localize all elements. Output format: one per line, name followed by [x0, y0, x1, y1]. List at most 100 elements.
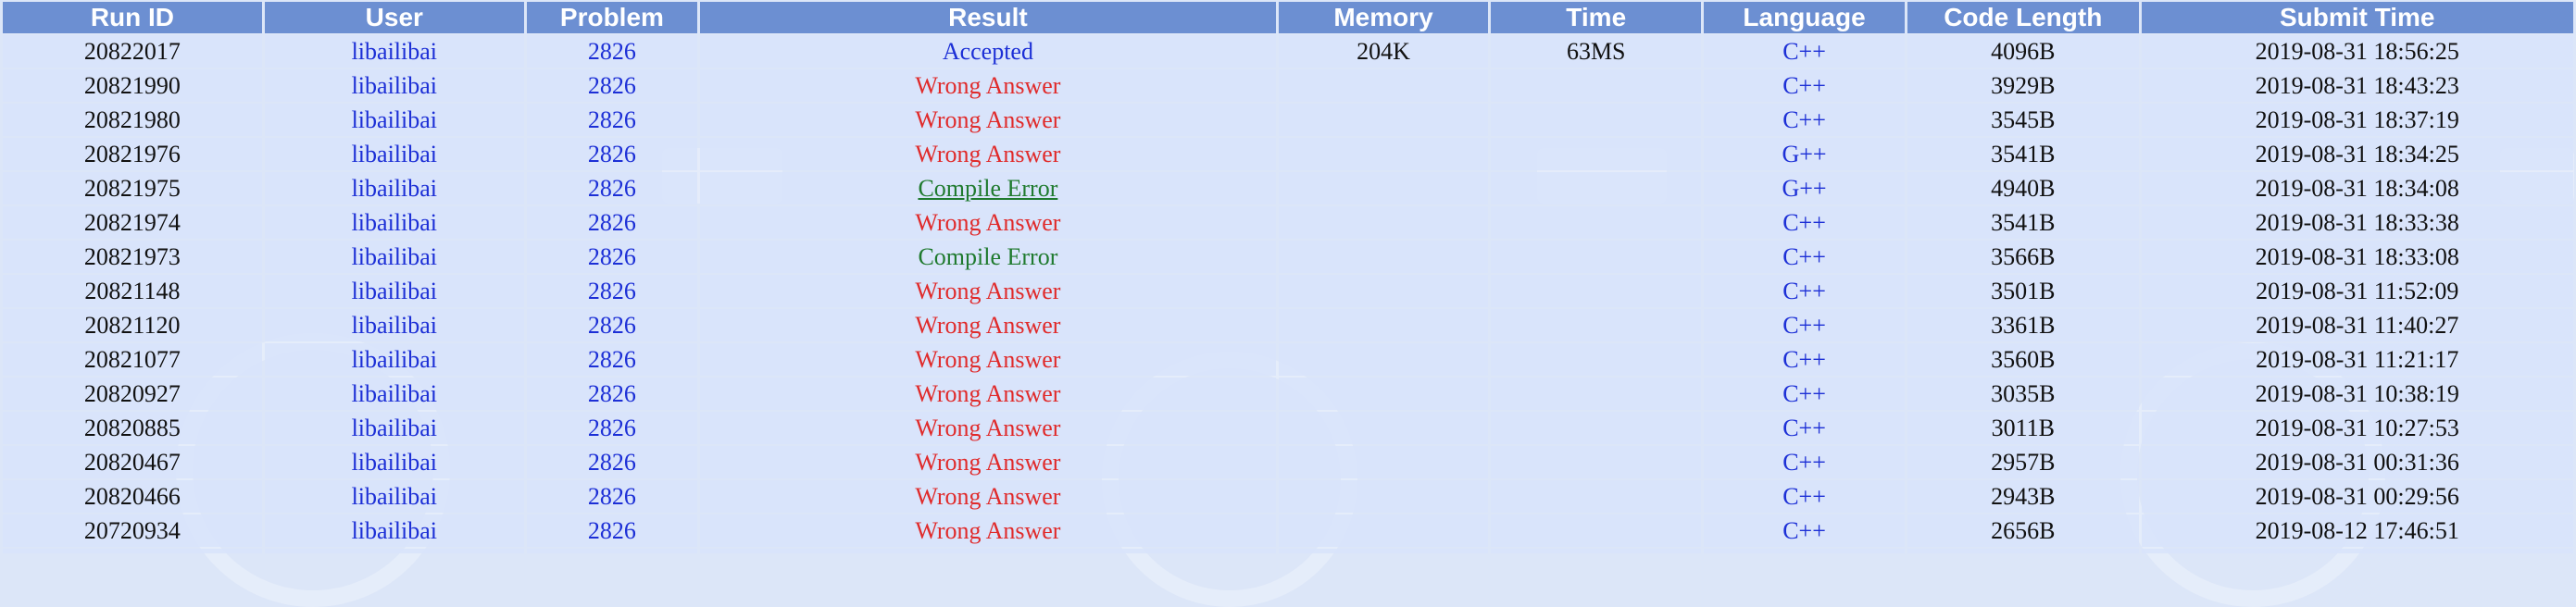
problem-link[interactable]: 2826 — [588, 175, 636, 202]
submit-time-cell: 2019-08-31 10:38:19 — [2255, 380, 2459, 407]
submit-time-cell: 2019-08-31 18:33:08 — [2255, 243, 2459, 270]
user-link[interactable]: libailibai — [352, 415, 437, 441]
column-header: Problem — [526, 2, 698, 33]
table-row: 20821975 libailibai 2826 Compile Error G++ 49… — [3, 172, 2573, 204]
problem-link[interactable]: 2826 — [588, 346, 636, 373]
memory-cell: 204K — [1357, 38, 1410, 65]
language-link[interactable]: G++ — [1782, 175, 1826, 202]
table-row: 20821976 libailibai 2826 Wrong Answer G++ 354… — [3, 138, 2573, 170]
language-link[interactable]: C++ — [1782, 346, 1826, 373]
user-link[interactable]: libailibai — [352, 106, 437, 133]
column-header: Run ID — [3, 2, 262, 33]
language-link[interactable]: C++ — [1782, 209, 1826, 236]
submit-time-cell: 2019-08-31 18:33:38 — [2255, 209, 2459, 236]
problem-link[interactable]: 2826 — [588, 449, 636, 476]
submit-time-cell: 2019-08-31 18:37:19 — [2255, 106, 2459, 133]
user-link[interactable]: libailibai — [352, 483, 437, 510]
code-length-cell: 3541B — [1991, 209, 2056, 236]
result-cell: Compile Error — [918, 243, 1058, 270]
run-id-cell: 20822017 — [83, 38, 181, 65]
language-link[interactable]: G++ — [1782, 141, 1826, 167]
run-id-cell: 20821975 — [83, 175, 181, 202]
user-link[interactable]: libailibai — [352, 278, 437, 304]
problem-link[interactable]: 2826 — [588, 243, 636, 270]
problem-link[interactable]: 2826 — [588, 278, 636, 304]
code-length-cell: 2957B — [1991, 449, 2056, 476]
table-row: 20821973 libailibai 2826 Compile Error C++ 35… — [3, 241, 2573, 273]
table-row: 20821148 libailibai 2826 Wrong Answer C++ 350… — [3, 275, 2573, 307]
code-length-cell: 3545B — [1991, 106, 2056, 133]
user-link[interactable]: libailibai — [352, 346, 437, 373]
language-link[interactable]: C++ — [1782, 380, 1826, 407]
submit-time-cell: 2019-08-31 18:34:25 — [2255, 141, 2459, 167]
problem-link[interactable]: 2826 — [588, 209, 636, 236]
code-length-cell: 3035B — [1991, 380, 2056, 407]
code-length-cell: 3501B — [1991, 278, 2056, 304]
code-length-cell: 3361B — [1991, 312, 2056, 339]
table-row: 20820467 libailibai 2826 Wrong Answer C++ 295… — [3, 446, 2573, 478]
problem-link[interactable]: 2826 — [588, 141, 636, 167]
language-link[interactable]: C++ — [1782, 415, 1826, 441]
language-link[interactable]: C++ — [1782, 72, 1826, 99]
column-header: Memory — [1278, 2, 1489, 33]
language-link[interactable]: C++ — [1782, 278, 1826, 304]
user-link[interactable]: libailibai — [352, 141, 437, 167]
language-link[interactable]: C++ — [1782, 312, 1826, 339]
table-row: 20821077 libailibai 2826 Wrong Answer C++ 356… — [3, 343, 2573, 376]
column-header: Code Length — [1907, 2, 2139, 33]
language-link[interactable]: C++ — [1782, 449, 1826, 476]
user-link[interactable]: libailibai — [352, 517, 437, 544]
problem-link[interactable]: 2826 — [588, 483, 636, 510]
result-cell: Wrong Answer — [915, 141, 1061, 167]
user-link[interactable]: libailibai — [352, 209, 437, 236]
submit-time-cell: 2019-08-31 18:56:25 — [2255, 38, 2459, 65]
result-cell: Wrong Answer — [915, 449, 1061, 476]
result-cell: Accepted — [942, 38, 1033, 65]
user-link[interactable]: libailibai — [352, 175, 437, 202]
submit-time-cell: 2019-08-31 18:43:23 — [2255, 72, 2459, 99]
language-link[interactable]: C++ — [1782, 483, 1826, 510]
problem-link[interactable]: 2826 — [588, 106, 636, 133]
code-length-cell: 2656B — [1991, 517, 2056, 544]
run-id-cell: 20821976 — [83, 141, 181, 167]
language-link[interactable]: C++ — [1782, 38, 1826, 65]
submit-time-cell: 2019-08-12 17:46:51 — [2255, 517, 2459, 544]
result-cell: Wrong Answer — [915, 517, 1061, 544]
run-id-cell: 20821148 — [84, 278, 181, 304]
submit-time-cell: 2019-08-31 10:27:53 — [2255, 415, 2459, 441]
language-link[interactable]: C++ — [1782, 106, 1826, 133]
table-row: 20821980 libailibai 2826 Wrong Answer C++ 354… — [3, 104, 2573, 136]
problem-link[interactable]: 2826 — [588, 415, 636, 441]
code-length-cell: 2943B — [1991, 483, 2056, 510]
code-length-cell: 3929B — [1991, 72, 2056, 99]
table-row: 20820466 libailibai 2826 Wrong Answer C++ 294… — [3, 480, 2573, 513]
table-row: 20822017 libailibai 2826 Accepted 204K 63MS C+… — [3, 35, 2573, 68]
table-header-row: Run ID User Problem Result Memory Time L… — [3, 2, 2573, 33]
table-row: 20820927 libailibai 2826 Wrong Answer C++ 303… — [3, 378, 2573, 410]
user-link[interactable]: libailibai — [352, 38, 437, 65]
run-id-cell: 20821973 — [83, 243, 181, 270]
user-link[interactable]: libailibai — [352, 449, 437, 476]
run-id-cell: 20821077 — [83, 346, 181, 373]
problem-link[interactable]: 2826 — [588, 380, 636, 407]
code-length-cell: 3011B — [1991, 415, 2055, 441]
run-id-cell: 20821980 — [83, 106, 181, 133]
problem-link[interactable]: 2826 — [588, 72, 636, 99]
user-link[interactable]: libailibai — [352, 312, 437, 339]
table-row: 20821990 libailibai 2826 Wrong Answer C++ 392… — [3, 69, 2573, 102]
language-link[interactable]: C++ — [1782, 517, 1826, 544]
problem-link[interactable]: 2826 — [588, 38, 636, 65]
code-length-cell: 3560B — [1991, 346, 2056, 373]
result-cell: Wrong Answer — [915, 415, 1061, 441]
problem-link[interactable]: 2826 — [588, 312, 636, 339]
user-link[interactable]: libailibai — [352, 243, 437, 270]
time-cell: 63MS — [1566, 38, 1626, 65]
problem-link[interactable]: 2826 — [588, 517, 636, 544]
result-cell[interactable]: Compile Error — [918, 175, 1057, 202]
user-link[interactable]: libailibai — [352, 72, 437, 99]
language-link[interactable]: C++ — [1782, 243, 1826, 270]
submit-time-cell: 2019-08-31 11:21:17 — [2256, 346, 2459, 373]
user-link[interactable]: libailibai — [352, 380, 437, 407]
code-length-cell: 3566B — [1991, 243, 2056, 270]
status-table: Run ID User Problem Result Memory Time L… — [0, 0, 2576, 555]
